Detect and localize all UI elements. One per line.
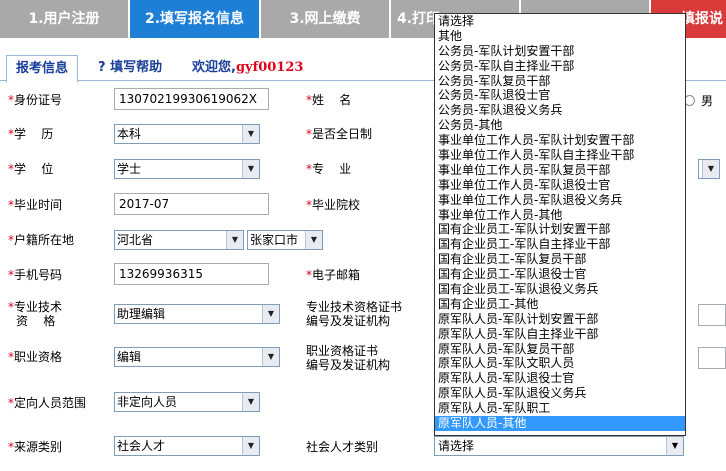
- tab-exam-info[interactable]: 报考信息: [6, 55, 78, 83]
- source-select[interactable]: 社会人才 ▼: [114, 436, 260, 456]
- chevron-down-icon: ▼: [305, 231, 322, 249]
- source-label: *来源类别: [8, 440, 63, 454]
- dropdown-option[interactable]: 国有企业员工-军队计划安置干部: [435, 222, 685, 237]
- dropdown-option[interactable]: 原军队人员-军队自主择业干部: [435, 327, 685, 342]
- dropdown-option[interactable]: 原军队人员-其他: [435, 416, 685, 431]
- dropdown-option[interactable]: 原军队人员-军队计划安置干部: [435, 312, 685, 327]
- gender-male-label: 男: [701, 94, 714, 108]
- chevron-down-icon: ▼: [702, 160, 719, 178]
- tech-qual-label: *专业技术资 格: [8, 300, 63, 328]
- dropdown-option[interactable]: 公务员-军队复员干部: [435, 74, 685, 89]
- job-cert-label: 职业资格证书 编号及发证机构: [306, 344, 391, 372]
- grad-time-label: *毕业时间: [8, 198, 63, 212]
- id-number-field[interactable]: 13070219930619062X: [114, 88, 269, 110]
- chevron-down-icon: ▼: [242, 125, 259, 143]
- chevron-down-icon: ▼: [666, 437, 683, 455]
- dropdown-option[interactable]: 其他: [435, 29, 685, 44]
- dropdown-option[interactable]: 公务员-军队退役义务兵: [435, 103, 685, 118]
- dropdown-option[interactable]: 国有企业员工-军队退役士官: [435, 267, 685, 282]
- dropdown-option[interactable]: 请选择: [435, 14, 685, 29]
- id-label: *身份证号: [8, 93, 63, 107]
- tech-cert-field[interactable]: [698, 304, 726, 326]
- dropdown-option[interactable]: 公务员-军队计划安置干部: [435, 44, 685, 59]
- dropdown-option[interactable]: 国有企业员工-军队复员干部: [435, 252, 685, 267]
- job-cert-field[interactable]: [698, 347, 726, 369]
- major-label: *专 业: [306, 162, 352, 176]
- dropdown-option[interactable]: 事业单位工作人员-军队计划安置干部: [435, 133, 685, 148]
- talent-type-select[interactable]: 请选择 ▼: [434, 436, 684, 456]
- major-select[interactable]: ▼: [698, 159, 720, 179]
- dropdown-option[interactable]: 公务员-其他: [435, 118, 685, 133]
- name-label: *姓 名: [306, 93, 352, 107]
- hukou-city-select[interactable]: 张家口市 ▼: [247, 230, 323, 250]
- help-icon: ?: [98, 60, 106, 75]
- education-label: *学 历: [8, 127, 54, 141]
- chevron-down-icon: ▼: [242, 393, 259, 411]
- phone-field[interactable]: 13269936315: [114, 263, 269, 285]
- education-select[interactable]: 本科 ▼: [114, 124, 260, 144]
- dropdown-option[interactable]: 国有企业员工-军队自主择业干部: [435, 237, 685, 252]
- tech-cert-label: 专业技术资格证书 编号及发证机构: [306, 300, 403, 328]
- grad-time-field[interactable]: 2017-07: [114, 193, 269, 215]
- dropdown-option[interactable]: 原军队人员-军队复员干部: [435, 342, 685, 357]
- dropdown-option[interactable]: 事业单位工作人员-军队退役义务兵: [435, 193, 685, 208]
- dropdown-option[interactable]: 事业单位工作人员-其他: [435, 208, 685, 223]
- chevron-down-icon: ▼: [262, 348, 279, 366]
- chevron-down-icon: ▼: [242, 437, 259, 455]
- tab-help-label: 填写帮助: [110, 60, 163, 75]
- dropdown-option[interactable]: 公务员-军队自主择业干部: [435, 59, 685, 74]
- chevron-down-icon: ▼: [242, 160, 259, 178]
- step-payment[interactable]: 3.网上缴费: [261, 0, 391, 38]
- dropdown-option[interactable]: 原军队人员-军队退役义务兵: [435, 386, 685, 401]
- step-fill-info[interactable]: 2.填写报名信息: [130, 0, 261, 38]
- welcome-text: 欢迎您,gyf00123: [192, 55, 303, 81]
- dropdown-option[interactable]: 原军队人员-军队职工: [435, 401, 685, 416]
- job-qual-label: *职业资格: [8, 350, 63, 364]
- step-register[interactable]: 1.用户注册: [0, 0, 130, 38]
- degree-label: *学 位: [8, 162, 54, 176]
- email-label: *电子邮箱: [306, 268, 361, 282]
- target-select[interactable]: 非定向人员 ▼: [114, 392, 260, 412]
- degree-select[interactable]: 学士 ▼: [114, 159, 260, 179]
- phone-label: *手机号码: [8, 268, 63, 282]
- username: gyf00123: [235, 60, 304, 75]
- tab-help[interactable]: ? 填写帮助: [98, 55, 162, 81]
- welcome-label: 欢迎您,: [192, 60, 236, 75]
- target-label: *定向人员范围: [8, 396, 87, 410]
- talent-type-dropdown-list[interactable]: 请选择 其他 公务员-军队计划安置干部 公务员-军队自主择业干部 公务员-军队复员干部公…: [434, 13, 686, 436]
- dropdown-option[interactable]: 国有企业员工-其他: [435, 297, 685, 312]
- chevron-down-icon: ▼: [226, 231, 243, 249]
- dropdown-option[interactable]: 事业单位工作人员-军队退役士官: [435, 178, 685, 193]
- dropdown-option[interactable]: 原军队人员-军队退役士官: [435, 371, 685, 386]
- hukou-label: *户籍所在地: [8, 233, 75, 247]
- dropdown-option[interactable]: 事业单位工作人员-军队自主择业干部: [435, 148, 685, 163]
- talent-label: 社会人才类别: [306, 440, 379, 454]
- school-label: *毕业院校: [306, 198, 361, 212]
- job-qual-select[interactable]: 编辑 ▼: [114, 347, 280, 367]
- tech-qual-select[interactable]: 助理编辑 ▼: [114, 304, 280, 324]
- fulltime-label: *是否全日制: [306, 127, 373, 141]
- dropdown-option[interactable]: 事业单位工作人员-军队复员干部: [435, 163, 685, 178]
- dropdown-option[interactable]: 原军队人员-军队文职人员: [435, 356, 685, 371]
- dropdown-option[interactable]: 国有企业员工-军队退役义务兵: [435, 282, 685, 297]
- chevron-down-icon: ▼: [262, 305, 279, 323]
- hukou-province-select[interactable]: 河北省 ▼: [114, 230, 244, 250]
- dropdown-option[interactable]: 公务员-军队退役士官: [435, 88, 685, 103]
